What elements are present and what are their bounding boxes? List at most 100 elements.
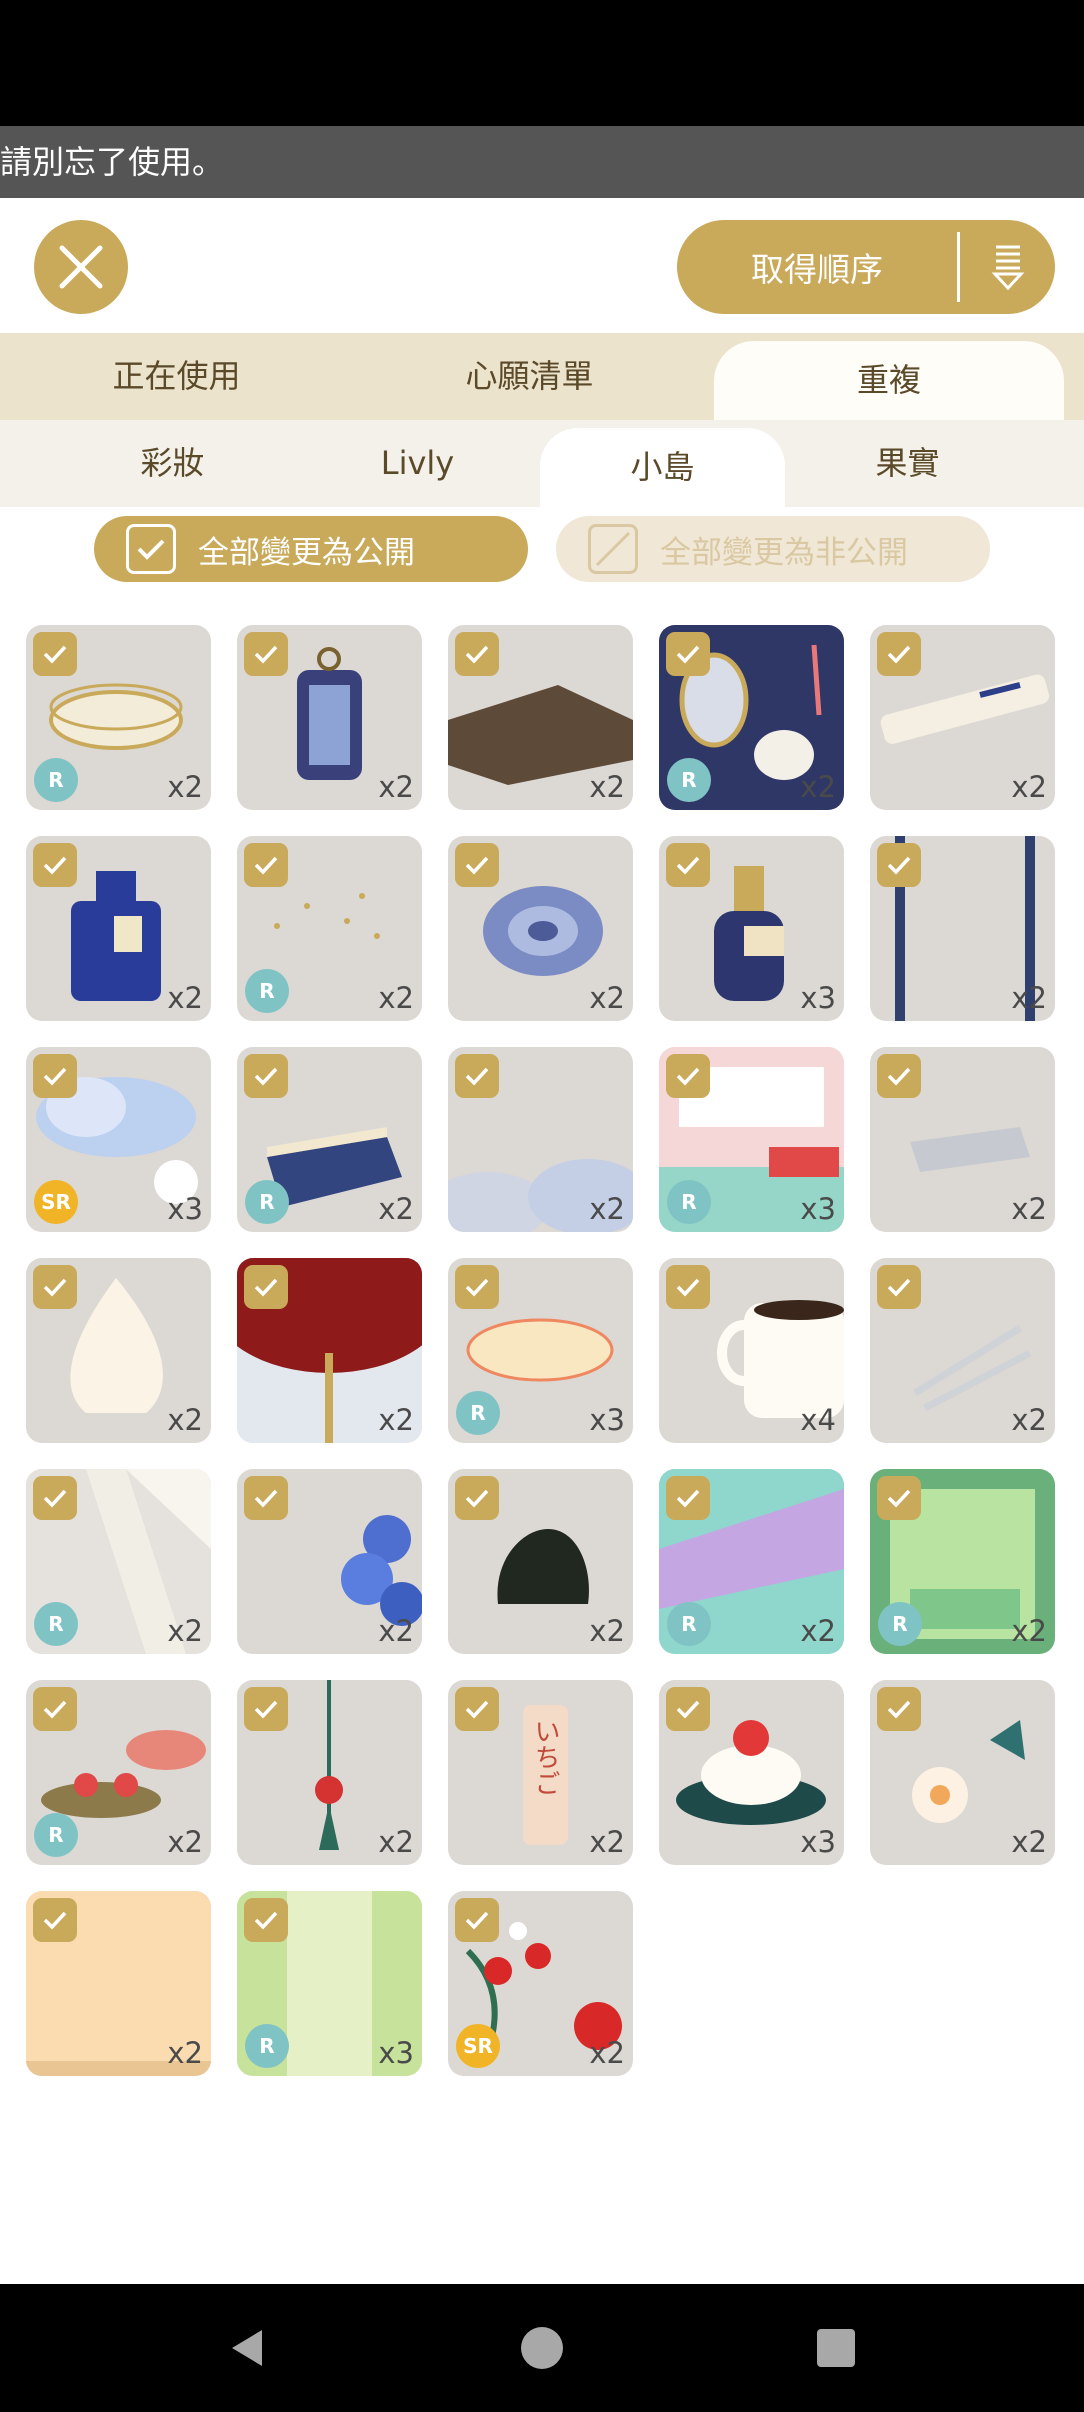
item-tile[interactable]: Rx3 [237,1891,422,2076]
subtab-island[interactable]: 小島 [540,428,785,507]
back-icon[interactable] [226,2326,270,2370]
close-button[interactable] [34,220,128,314]
item-tile[interactable]: SR x2 [448,1891,633,2076]
checkmark-icon[interactable] [455,1476,499,1520]
notice-banner: 請別忘了使用。 [0,126,1084,198]
set-all-private-button[interactable]: 全部變更為非公開 [556,516,990,582]
close-icon [59,245,103,289]
item-tile[interactable]: x2 [448,836,633,1021]
item-tile[interactable]: x4 [659,1258,844,1443]
item-tile[interactable]: x2 [237,1258,422,1443]
item-count: x2 [167,1403,203,1437]
checkmark-icon[interactable] [244,1476,288,1520]
item-tile[interactable]: x2 [26,836,211,1021]
checkmark-icon[interactable] [877,632,921,676]
sort-order-label: 取得順序 [751,250,883,289]
checkmark-icon[interactable] [666,843,710,887]
item-count: x3 [800,1825,836,1859]
checkmark-icon[interactable] [455,843,499,887]
checkmark-icon[interactable] [455,1265,499,1309]
rarity-badge: SR [34,1180,78,1224]
checkmark-icon[interactable] [33,1265,77,1309]
checkmark-icon[interactable] [666,1054,710,1098]
item-count: x2 [589,1825,625,1859]
item-tile[interactable]: x3 [659,836,844,1021]
item-tile[interactable]: Rx2 [659,625,844,810]
item-tile[interactable]: Rx2 [659,1469,844,1654]
item-tile[interactable]: x2 [26,1258,211,1443]
set-all-public-button[interactable]: 全部變更為公開 [94,516,528,582]
item-tile[interactable]: x2 [237,625,422,810]
item-count: x2 [1011,1403,1047,1437]
checkmark-icon[interactable] [33,1476,77,1520]
item-tile[interactable]: Rx3 [448,1258,633,1443]
checkmark-icon[interactable] [455,1898,499,1942]
checkmark-icon[interactable] [666,1476,710,1520]
item-count: x2 [589,1192,625,1226]
item-tile[interactable]: Rx2 [26,1680,211,1865]
item-tile[interactable]: Rx3 [659,1047,844,1232]
item-count: x2 [589,770,625,804]
item-tile[interactable]: Rx2 [26,1469,211,1654]
checkmark-icon[interactable] [455,632,499,676]
item-tile[interactable]: x2 [448,625,633,810]
item-tile[interactable]: いちご x2 [448,1680,633,1865]
item-label: いちご [530,1718,560,1796]
checkmark-icon[interactable] [666,632,710,676]
item-tile[interactable]: x2 [870,1258,1055,1443]
item-tile[interactable]: x3 [659,1680,844,1865]
item-tile[interactable]: x2 [870,1680,1055,1865]
checkmark-icon[interactable] [877,1687,921,1731]
item-count: x2 [1011,770,1047,804]
rarity-badge: R [878,1602,922,1646]
subtab-fruit[interactable]: 果實 [785,420,1030,507]
sort-descending-icon[interactable] [960,220,1055,314]
checkmark-icon[interactable] [33,1898,77,1942]
item-tile[interactable]: Rx2 [237,836,422,1021]
tab-duplicates[interactable]: 重複 [714,341,1064,420]
item-tile[interactable]: x2 [448,1469,633,1654]
checkmark-icon[interactable] [33,1687,77,1731]
checkmark-icon[interactable] [244,1265,288,1309]
checkmark-icon[interactable] [244,632,288,676]
checkmark-icon[interactable] [244,1687,288,1731]
checkmark-icon[interactable] [877,1054,921,1098]
checkmark-icon[interactable] [33,1054,77,1098]
item-tile[interactable]: Rx2 [237,1047,422,1232]
checkmark-icon[interactable] [33,843,77,887]
item-tile[interactable]: x2 [870,836,1055,1021]
rarity-badge: R [245,2024,289,2068]
checkmark-icon[interactable] [877,1265,921,1309]
item-tile[interactable]: Rx2 [26,625,211,810]
subtab-livly[interactable]: Livly [295,420,540,507]
checkmark-icon[interactable] [877,843,921,887]
rarity-badge: R [34,1813,78,1857]
item-tile[interactable]: Rx2 [870,1469,1055,1654]
tab-wishlist[interactable]: 心願清單 [353,333,706,420]
item-tile[interactable]: x2 [237,1680,422,1865]
item-count: x2 [800,1614,836,1648]
item-tile[interactable]: x2 [237,1469,422,1654]
checkmark-icon[interactable] [244,1898,288,1942]
subtab-makeup[interactable]: 彩妝 [50,420,295,507]
item-tile[interactable]: x2 [26,1891,211,2076]
checkmark-icon[interactable] [244,1054,288,1098]
checkbox-slash-icon [588,524,638,574]
checkmark-icon[interactable] [455,1687,499,1731]
item-count: x2 [1011,1614,1047,1648]
checkmark-icon[interactable] [455,1054,499,1098]
item-tile[interactable]: SR x3 [26,1047,211,1232]
recents-icon[interactable] [814,2326,858,2370]
tab-in-use[interactable]: 正在使用 [0,333,353,420]
checkmark-icon[interactable] [666,1687,710,1731]
checkmark-icon[interactable] [244,843,288,887]
sort-order-button[interactable]: 取得順序 [677,220,1055,314]
item-tile[interactable]: x2 [870,625,1055,810]
checkmark-icon[interactable] [877,1476,921,1520]
checkmark-icon[interactable] [666,1265,710,1309]
home-icon[interactable] [520,2326,564,2370]
item-count: x3 [378,2036,414,2070]
checkmark-icon[interactable] [33,632,77,676]
item-tile[interactable]: x2 [448,1047,633,1232]
item-tile[interactable]: x2 [870,1047,1055,1232]
